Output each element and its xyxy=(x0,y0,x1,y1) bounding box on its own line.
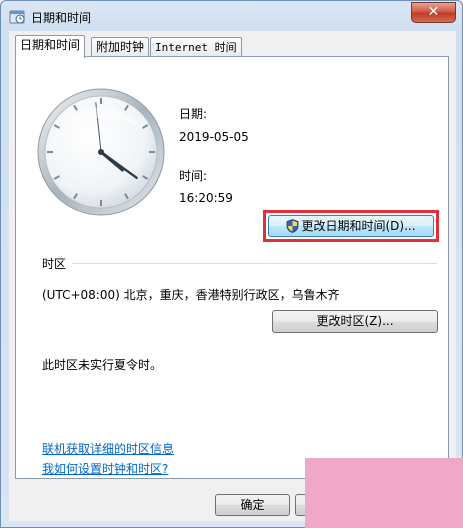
clock-window-icon xyxy=(9,10,25,24)
date-label: 日期: xyxy=(179,107,208,121)
dst-note: 此时区未实行夏令时。 xyxy=(42,358,163,372)
tab-label: Internet 时间 xyxy=(155,41,237,54)
timezone-section-label: 时区 xyxy=(42,257,67,271)
online-timezone-info-link[interactable]: 联机获取详细的时区信息 xyxy=(42,440,174,457)
ok-button-label: 确定 xyxy=(240,498,265,512)
tab-internet-time[interactable]: Internet 时间 xyxy=(150,37,242,57)
tab-label: 附加时钟 xyxy=(96,40,145,54)
tab-label: 日期和时间 xyxy=(20,38,81,52)
close-icon: ✕ xyxy=(427,4,440,20)
window-title: 日期和时间 xyxy=(31,11,92,25)
date-value: 2019-05-05 xyxy=(179,130,249,144)
time-label: 时间: xyxy=(179,169,208,183)
title-bar: 日期和时间 ✕ xyxy=(1,1,463,31)
dialog-client: 日期和时间 附加时钟 Internet 时间 日期: 2019-05-05 时间… xyxy=(9,31,456,521)
timezone-value: (UTC+08:00) 北京，重庆，香港特别行政区，乌鲁木齐 xyxy=(42,288,340,302)
change-timezone-button[interactable]: 更改时区(Z)... xyxy=(272,310,438,333)
change-timezone-label: 更改时区(Z)... xyxy=(316,314,394,328)
ok-button[interactable]: 确定 xyxy=(215,494,290,516)
change-date-time-label: 更改日期和时间(D)... xyxy=(301,219,416,233)
uac-shield-icon xyxy=(287,219,299,233)
analog-clock xyxy=(37,88,165,216)
section-divider xyxy=(72,263,437,264)
watermark-overlay xyxy=(305,458,463,528)
tab-date-time[interactable]: 日期和时间 xyxy=(15,35,86,58)
change-date-time-button[interactable]: 更改日期和时间(D)... xyxy=(268,215,434,237)
close-button[interactable]: ✕ xyxy=(411,2,456,23)
tab-panel: 日期: 2019-05-05 时间: 16:20:59 更改日期和时间(D)..… xyxy=(15,56,449,479)
time-value: 16:20:59 xyxy=(179,191,233,205)
window-frame: 日期和时间 ✕ 日期和时间 附加时钟 Internet 时间 日期: 2019-… xyxy=(0,0,463,528)
how-to-set-clock-link[interactable]: 我如何设置时钟和时区? xyxy=(42,460,168,477)
tab-additional-clocks[interactable]: 附加时钟 xyxy=(91,37,150,57)
